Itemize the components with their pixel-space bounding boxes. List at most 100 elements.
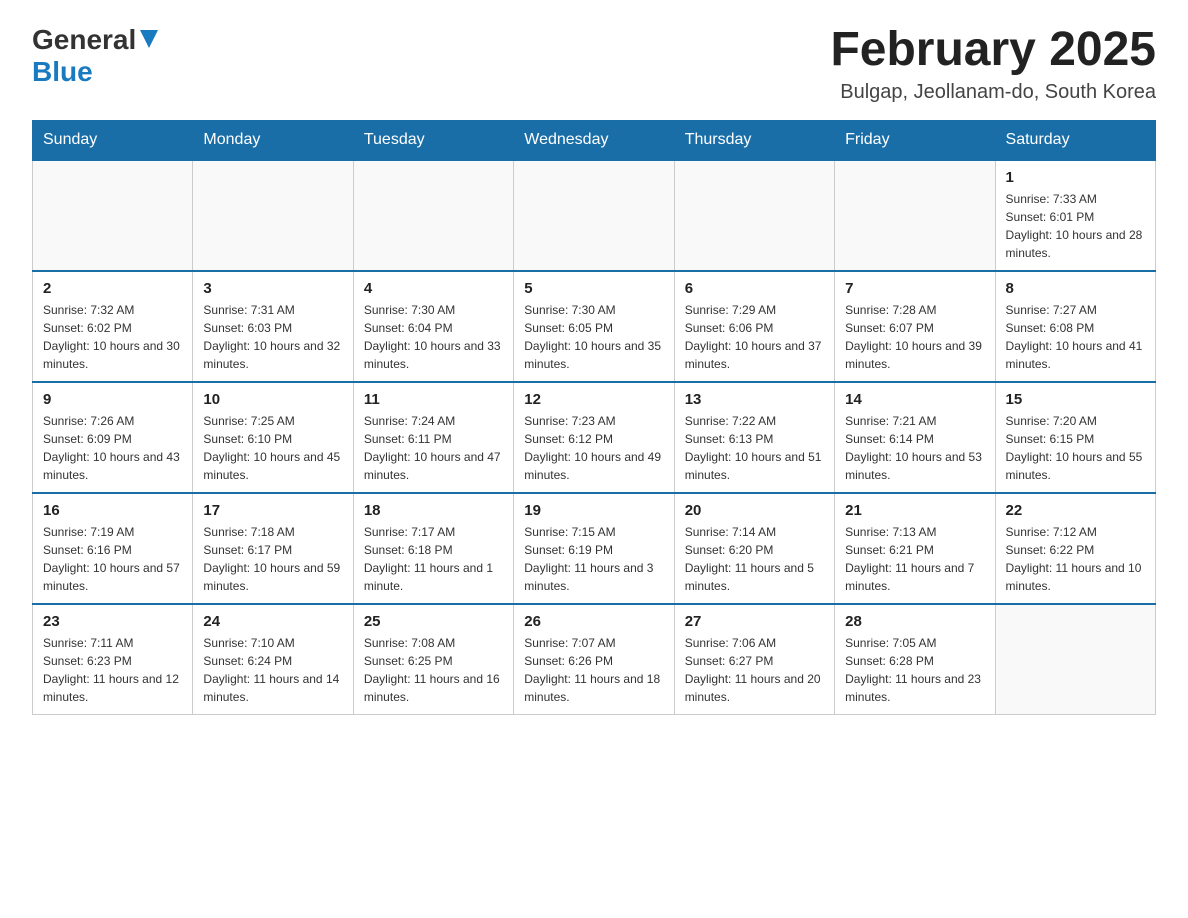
day-info: Sunrise: 7:17 AM Sunset: 6:18 PM Dayligh… bbox=[364, 523, 503, 595]
calendar-cell: 2 Sunrise: 7:32 AM Sunset: 6:02 PM Daylig… bbox=[33, 271, 193, 382]
day-number: 3 bbox=[203, 280, 342, 297]
title-section: February 2025 Bulgap, Jeollanam-do, Sout… bbox=[830, 24, 1156, 104]
day-number: 20 bbox=[685, 502, 824, 519]
calendar-cell: 26 Sunrise: 7:07 AM Sunset: 6:26 PM Dayli… bbox=[514, 604, 674, 715]
column-header-wednesday: Wednesday bbox=[514, 120, 674, 160]
day-number: 1 bbox=[1006, 169, 1145, 186]
calendar-cell: 25Sunrise: 7:08 AM Sunset: 6:25 PM Dayli… bbox=[353, 604, 513, 715]
calendar-cell: 19 Sunrise: 7:15 AM Sunset: 6:19 PM Dayli… bbox=[514, 493, 674, 604]
day-number: 26 bbox=[524, 613, 663, 630]
column-header-friday: Friday bbox=[835, 120, 995, 160]
calendar-cell: 20 Sunrise: 7:14 AM Sunset: 6:20 PM Dayli… bbox=[674, 493, 834, 604]
calendar-cell: 28 Sunrise: 7:05 AM Sunset: 6:28 PM Dayli… bbox=[835, 604, 995, 715]
calendar-cell: 8 Sunrise: 7:27 AM Sunset: 6:08 PM Daylig… bbox=[995, 271, 1155, 382]
month-title: February 2025 bbox=[830, 24, 1156, 77]
calendar-cell: 22Sunrise: 7:12 AM Sunset: 6:22 PM Dayli… bbox=[995, 493, 1155, 604]
calendar-cell: 21Sunrise: 7:13 AM Sunset: 6:21 PM Dayli… bbox=[835, 493, 995, 604]
logo-blue-text: Blue bbox=[32, 56, 93, 87]
day-number: 24 bbox=[203, 613, 342, 630]
day-info: Sunrise: 7:22 AM Sunset: 6:13 PM Dayligh… bbox=[685, 412, 824, 484]
column-header-sunday: Sunday bbox=[33, 120, 193, 160]
day-info: Sunrise: 7:15 AM Sunset: 6:19 PM Dayligh… bbox=[524, 523, 663, 595]
day-number: 14 bbox=[845, 391, 984, 408]
column-header-monday: Monday bbox=[193, 120, 353, 160]
calendar-cell: 6 Sunrise: 7:29 AM Sunset: 6:06 PM Daylig… bbox=[674, 271, 834, 382]
calendar-cell: 14Sunrise: 7:21 AM Sunset: 6:14 PM Dayli… bbox=[835, 382, 995, 493]
day-number: 28 bbox=[845, 613, 984, 630]
calendar-cell bbox=[353, 160, 513, 271]
day-number: 19 bbox=[524, 502, 663, 519]
day-number: 10 bbox=[203, 391, 342, 408]
logo: General Blue bbox=[32, 24, 158, 88]
calendar-cell: 12Sunrise: 7:23 AM Sunset: 6:12 PM Dayli… bbox=[514, 382, 674, 493]
day-info: Sunrise: 7:19 AM Sunset: 6:16 PM Dayligh… bbox=[43, 523, 182, 595]
day-number: 18 bbox=[364, 502, 503, 519]
day-info: Sunrise: 7:25 AM Sunset: 6:10 PM Dayligh… bbox=[203, 412, 342, 484]
day-number: 6 bbox=[685, 280, 824, 297]
day-info: Sunrise: 7:23 AM Sunset: 6:12 PM Dayligh… bbox=[524, 412, 663, 484]
column-header-tuesday: Tuesday bbox=[353, 120, 513, 160]
day-info: Sunrise: 7:33 AM Sunset: 6:01 PM Dayligh… bbox=[1006, 190, 1145, 262]
calendar-cell: 24 Sunrise: 7:10 AM Sunset: 6:24 PM Dayli… bbox=[193, 604, 353, 715]
calendar-cell bbox=[33, 160, 193, 271]
day-info: Sunrise: 7:27 AM Sunset: 6:08 PM Dayligh… bbox=[1006, 301, 1145, 373]
week-row-5: 23 Sunrise: 7:11 AM Sunset: 6:23 PM Dayli… bbox=[33, 604, 1156, 715]
day-number: 16 bbox=[43, 502, 182, 519]
location-subtitle: Bulgap, Jeollanam-do, South Korea bbox=[830, 81, 1156, 104]
column-header-saturday: Saturday bbox=[995, 120, 1155, 160]
week-row-1: 1 Sunrise: 7:33 AM Sunset: 6:01 PM Daylig… bbox=[33, 160, 1156, 271]
day-info: Sunrise: 7:30 AM Sunset: 6:04 PM Dayligh… bbox=[364, 301, 503, 373]
day-number: 7 bbox=[845, 280, 984, 297]
week-row-2: 2 Sunrise: 7:32 AM Sunset: 6:02 PM Daylig… bbox=[33, 271, 1156, 382]
calendar-cell: 16 Sunrise: 7:19 AM Sunset: 6:16 PM Dayli… bbox=[33, 493, 193, 604]
calendar-cell: 10 Sunrise: 7:25 AM Sunset: 6:10 PM Dayli… bbox=[193, 382, 353, 493]
calendar-cell: 15Sunrise: 7:20 AM Sunset: 6:15 PM Dayli… bbox=[995, 382, 1155, 493]
day-info: Sunrise: 7:30 AM Sunset: 6:05 PM Dayligh… bbox=[524, 301, 663, 373]
day-info: Sunrise: 7:13 AM Sunset: 6:21 PM Dayligh… bbox=[845, 523, 984, 595]
week-row-4: 16 Sunrise: 7:19 AM Sunset: 6:16 PM Dayli… bbox=[33, 493, 1156, 604]
page-header: General Blue February 2025 Bulgap, Jeoll… bbox=[32, 24, 1156, 104]
day-info: Sunrise: 7:32 AM Sunset: 6:02 PM Dayligh… bbox=[43, 301, 182, 373]
day-number: 23 bbox=[43, 613, 182, 630]
calendar-header-row: SundayMondayTuesdayWednesdayThursdayFrid… bbox=[33, 120, 1156, 160]
calendar-cell: 23 Sunrise: 7:11 AM Sunset: 6:23 PM Dayli… bbox=[33, 604, 193, 715]
calendar-cell bbox=[193, 160, 353, 271]
calendar-cell: 3 Sunrise: 7:31 AM Sunset: 6:03 PM Daylig… bbox=[193, 271, 353, 382]
day-number: 2 bbox=[43, 280, 182, 297]
day-info: Sunrise: 7:29 AM Sunset: 6:06 PM Dayligh… bbox=[685, 301, 824, 373]
day-info: Sunrise: 7:20 AM Sunset: 6:15 PM Dayligh… bbox=[1006, 412, 1145, 484]
calendar-cell: 4 Sunrise: 7:30 AM Sunset: 6:04 PM Daylig… bbox=[353, 271, 513, 382]
calendar-cell: 1 Sunrise: 7:33 AM Sunset: 6:01 PM Daylig… bbox=[995, 160, 1155, 271]
day-info: Sunrise: 7:06 AM Sunset: 6:27 PM Dayligh… bbox=[685, 634, 824, 706]
logo-general-text: General bbox=[32, 24, 136, 56]
day-info: Sunrise: 7:28 AM Sunset: 6:07 PM Dayligh… bbox=[845, 301, 984, 373]
logo-triangle-icon bbox=[140, 30, 158, 53]
day-info: Sunrise: 7:08 AM Sunset: 6:25 PM Dayligh… bbox=[364, 634, 503, 706]
day-number: 13 bbox=[685, 391, 824, 408]
day-number: 4 bbox=[364, 280, 503, 297]
day-info: Sunrise: 7:11 AM Sunset: 6:23 PM Dayligh… bbox=[43, 634, 182, 706]
day-number: 11 bbox=[364, 391, 503, 408]
day-number: 27 bbox=[685, 613, 824, 630]
day-info: Sunrise: 7:05 AM Sunset: 6:28 PM Dayligh… bbox=[845, 634, 984, 706]
day-number: 9 bbox=[43, 391, 182, 408]
calendar-cell: 9Sunrise: 7:26 AM Sunset: 6:09 PM Daylig… bbox=[33, 382, 193, 493]
calendar-cell bbox=[995, 604, 1155, 715]
day-number: 8 bbox=[1006, 280, 1145, 297]
calendar-cell bbox=[514, 160, 674, 271]
calendar-cell: 7 Sunrise: 7:28 AM Sunset: 6:07 PM Daylig… bbox=[835, 271, 995, 382]
calendar-cell: 17 Sunrise: 7:18 AM Sunset: 6:17 PM Dayli… bbox=[193, 493, 353, 604]
calendar-cell bbox=[674, 160, 834, 271]
column-header-thursday: Thursday bbox=[674, 120, 834, 160]
day-info: Sunrise: 7:14 AM Sunset: 6:20 PM Dayligh… bbox=[685, 523, 824, 595]
calendar-cell: 27 Sunrise: 7:06 AM Sunset: 6:27 PM Dayli… bbox=[674, 604, 834, 715]
day-info: Sunrise: 7:07 AM Sunset: 6:26 PM Dayligh… bbox=[524, 634, 663, 706]
calendar-table: SundayMondayTuesdayWednesdayThursdayFrid… bbox=[32, 120, 1156, 715]
calendar-cell: 5Sunrise: 7:30 AM Sunset: 6:05 PM Daylig… bbox=[514, 271, 674, 382]
calendar-cell: 13 Sunrise: 7:22 AM Sunset: 6:13 PM Dayli… bbox=[674, 382, 834, 493]
day-info: Sunrise: 7:10 AM Sunset: 6:24 PM Dayligh… bbox=[203, 634, 342, 706]
day-info: Sunrise: 7:31 AM Sunset: 6:03 PM Dayligh… bbox=[203, 301, 342, 373]
day-info: Sunrise: 7:24 AM Sunset: 6:11 PM Dayligh… bbox=[364, 412, 503, 484]
day-number: 17 bbox=[203, 502, 342, 519]
day-info: Sunrise: 7:18 AM Sunset: 6:17 PM Dayligh… bbox=[203, 523, 342, 595]
